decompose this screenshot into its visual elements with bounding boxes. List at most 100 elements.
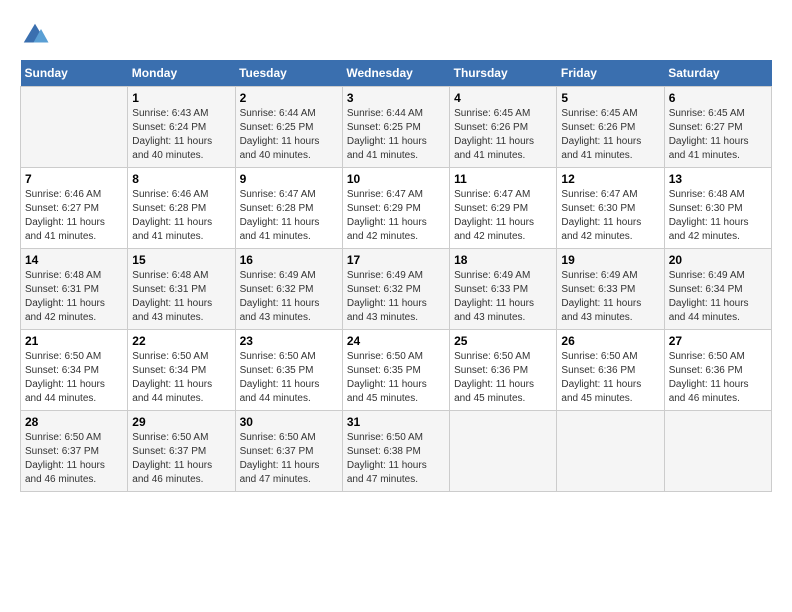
day-cell: 10Sunrise: 6:47 AMSunset: 6:29 PMDayligh… [342, 168, 449, 249]
day-info: Sunrise: 6:50 AMSunset: 6:36 PMDaylight:… [454, 350, 552, 406]
calendar-table: SundayMondayTuesdayWednesdayThursdayFrid… [20, 60, 772, 492]
day-number: 26 [561, 334, 659, 348]
day-info: Sunrise: 6:47 AMSunset: 6:29 PMDaylight:… [454, 188, 552, 244]
day-cell: 4 Sunrise: 6:45 AMSunset: 6:26 PMDaylight… [450, 87, 557, 168]
day-number: 16 [240, 253, 338, 267]
day-cell: 3 Sunrise: 6:44 AMSunset: 6:25 PMDaylight… [342, 87, 449, 168]
week-row-4: 21 Sunrise: 6:50 AMSunset: 6:34 PMDayligh… [21, 330, 772, 411]
day-number: 3 [347, 91, 445, 105]
day-info: Sunrise: 6:43 AMSunset: 6:24 PMDaylight:… [132, 107, 230, 163]
header-cell-saturday: Saturday [664, 60, 771, 87]
day-number: 25 [454, 334, 552, 348]
day-cell: 16 Sunrise: 6:49 AMSunset: 6:32 PMDayligh… [235, 249, 342, 330]
day-cell: 21 Sunrise: 6:50 AMSunset: 6:34 PMDayligh… [21, 330, 128, 411]
day-info: Sunrise: 6:50 AMSunset: 6:34 PMDaylight:… [25, 350, 123, 406]
day-cell [664, 411, 771, 492]
day-info: Sunrise: 6:49 AMSunset: 6:32 PMDaylight:… [240, 269, 338, 325]
week-row-5: 28 Sunrise: 6:50 AMSunset: 6:37 PMDayligh… [21, 411, 772, 492]
day-cell [450, 411, 557, 492]
header-cell-thursday: Thursday [450, 60, 557, 87]
day-number: 14 [25, 253, 123, 267]
day-info: Sunrise: 6:50 AMSunset: 6:38 PMDaylight:… [347, 431, 445, 487]
day-number: 20 [669, 253, 767, 267]
day-number: 13 [669, 172, 767, 186]
day-number: 8 [132, 172, 230, 186]
day-number: 2 [240, 91, 338, 105]
day-cell: 8 Sunrise: 6:46 AMSunset: 6:28 PMDaylight… [128, 168, 235, 249]
day-info: Sunrise: 6:44 AMSunset: 6:25 PMDaylight:… [347, 107, 445, 163]
day-info: Sunrise: 6:47 AMSunset: 6:30 PMDaylight:… [561, 188, 659, 244]
day-cell: 20 Sunrise: 6:49 AMSunset: 6:34 PMDayligh… [664, 249, 771, 330]
day-info: Sunrise: 6:44 AMSunset: 6:25 PMDaylight:… [240, 107, 338, 163]
day-number: 17 [347, 253, 445, 267]
day-number: 22 [132, 334, 230, 348]
day-cell: 22 Sunrise: 6:50 AMSunset: 6:34 PMDayligh… [128, 330, 235, 411]
day-number: 27 [669, 334, 767, 348]
day-cell: 13 Sunrise: 6:48 AMSunset: 6:30 PMDayligh… [664, 168, 771, 249]
day-info: Sunrise: 6:48 AMSunset: 6:30 PMDaylight:… [669, 188, 767, 244]
day-cell: 27Sunrise: 6:50 AMSunset: 6:36 PMDayligh… [664, 330, 771, 411]
day-info: Sunrise: 6:46 AMSunset: 6:27 PMDaylight:… [25, 188, 123, 244]
day-cell: 7Sunrise: 6:46 AMSunset: 6:27 PMDaylight… [21, 168, 128, 249]
day-info: Sunrise: 6:48 AMSunset: 6:31 PMDaylight:… [132, 269, 230, 325]
week-row-1: 1 Sunrise: 6:43 AMSunset: 6:24 PMDaylight… [21, 87, 772, 168]
header-cell-monday: Monday [128, 60, 235, 87]
day-info: Sunrise: 6:45 AMSunset: 6:27 PMDaylight:… [669, 107, 767, 163]
day-cell: 29Sunrise: 6:50 AMSunset: 6:37 PMDayligh… [128, 411, 235, 492]
logo [20, 20, 54, 50]
day-info: Sunrise: 6:47 AMSunset: 6:28 PMDaylight:… [240, 188, 338, 244]
day-cell: 26 Sunrise: 6:50 AMSunset: 6:36 PMDayligh… [557, 330, 664, 411]
day-cell [21, 87, 128, 168]
day-cell: 1 Sunrise: 6:43 AMSunset: 6:24 PMDaylight… [128, 87, 235, 168]
week-row-3: 14 Sunrise: 6:48 AMSunset: 6:31 PMDayligh… [21, 249, 772, 330]
day-info: Sunrise: 6:50 AMSunset: 6:35 PMDaylight:… [240, 350, 338, 406]
day-number: 1 [132, 91, 230, 105]
day-number: 18 [454, 253, 552, 267]
day-cell: 18 Sunrise: 6:49 AMSunset: 6:33 PMDayligh… [450, 249, 557, 330]
header-cell-wednesday: Wednesday [342, 60, 449, 87]
week-row-2: 7Sunrise: 6:46 AMSunset: 6:27 PMDaylight… [21, 168, 772, 249]
day-info: Sunrise: 6:50 AMSunset: 6:36 PMDaylight:… [561, 350, 659, 406]
day-info: Sunrise: 6:49 AMSunset: 6:34 PMDaylight:… [669, 269, 767, 325]
day-number: 28 [25, 415, 123, 429]
page-header [20, 20, 772, 50]
day-info: Sunrise: 6:46 AMSunset: 6:28 PMDaylight:… [132, 188, 230, 244]
calendar-header: SundayMondayTuesdayWednesdayThursdayFrid… [21, 60, 772, 87]
day-cell: 19Sunrise: 6:49 AMSunset: 6:33 PMDayligh… [557, 249, 664, 330]
day-cell: 5 Sunrise: 6:45 AMSunset: 6:26 PMDaylight… [557, 87, 664, 168]
day-cell: 31Sunrise: 6:50 AMSunset: 6:38 PMDayligh… [342, 411, 449, 492]
day-cell: 11 Sunrise: 6:47 AMSunset: 6:29 PMDayligh… [450, 168, 557, 249]
day-cell: 15 Sunrise: 6:48 AMSunset: 6:31 PMDayligh… [128, 249, 235, 330]
day-info: Sunrise: 6:50 AMSunset: 6:37 PMDaylight:… [132, 431, 230, 487]
day-number: 5 [561, 91, 659, 105]
logo-icon [20, 20, 50, 50]
day-number: 30 [240, 415, 338, 429]
day-number: 23 [240, 334, 338, 348]
day-info: Sunrise: 6:50 AMSunset: 6:34 PMDaylight:… [132, 350, 230, 406]
day-cell: 23 Sunrise: 6:50 AMSunset: 6:35 PMDayligh… [235, 330, 342, 411]
day-cell [557, 411, 664, 492]
day-number: 9 [240, 172, 338, 186]
header-row: SundayMondayTuesdayWednesdayThursdayFrid… [21, 60, 772, 87]
day-info: Sunrise: 6:50 AMSunset: 6:35 PMDaylight:… [347, 350, 445, 406]
day-cell: 2 Sunrise: 6:44 AMSunset: 6:25 PMDaylight… [235, 87, 342, 168]
header-cell-sunday: Sunday [21, 60, 128, 87]
day-cell: 14Sunrise: 6:48 AMSunset: 6:31 PMDayligh… [21, 249, 128, 330]
day-cell: 24Sunrise: 6:50 AMSunset: 6:35 PMDayligh… [342, 330, 449, 411]
day-info: Sunrise: 6:50 AMSunset: 6:37 PMDaylight:… [25, 431, 123, 487]
day-number: 6 [669, 91, 767, 105]
day-info: Sunrise: 6:49 AMSunset: 6:33 PMDaylight:… [454, 269, 552, 325]
header-cell-tuesday: Tuesday [235, 60, 342, 87]
day-cell: 25 Sunrise: 6:50 AMSunset: 6:36 PMDayligh… [450, 330, 557, 411]
calendar-body: 1 Sunrise: 6:43 AMSunset: 6:24 PMDaylight… [21, 87, 772, 492]
day-number: 11 [454, 172, 552, 186]
day-number: 21 [25, 334, 123, 348]
day-info: Sunrise: 6:47 AMSunset: 6:29 PMDaylight:… [347, 188, 445, 244]
day-info: Sunrise: 6:45 AMSunset: 6:26 PMDaylight:… [454, 107, 552, 163]
day-info: Sunrise: 6:45 AMSunset: 6:26 PMDaylight:… [561, 107, 659, 163]
day-number: 12 [561, 172, 659, 186]
day-info: Sunrise: 6:50 AMSunset: 6:37 PMDaylight:… [240, 431, 338, 487]
day-number: 15 [132, 253, 230, 267]
header-cell-friday: Friday [557, 60, 664, 87]
day-number: 4 [454, 91, 552, 105]
